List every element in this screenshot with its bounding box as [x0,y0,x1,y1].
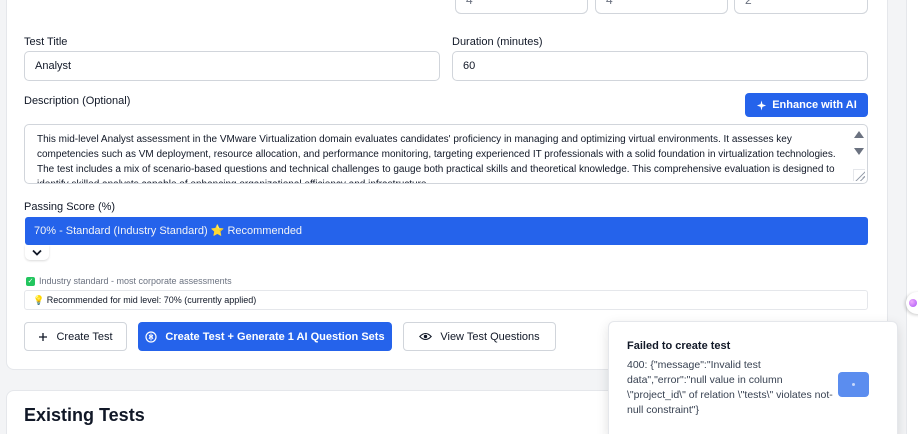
top-input-2[interactable]: 4 [595,0,728,14]
error-toast: Failed to create test 400: {"message":"I… [608,321,898,434]
assistant-orb-icon [909,299,917,307]
eye-icon [419,332,433,341]
passing-score-select[interactable]: 70% - Standard (Industry Standard) ⭐ Rec… [25,217,868,245]
view-test-questions-label: View Test Questions [440,330,540,343]
duration-label: Duration (minutes) [452,36,543,48]
description-label: Description (Optional) [24,95,131,107]
create-test-button[interactable]: Create Test [24,322,127,351]
passing-score-hint-text: Industry standard - most corporate asses… [39,276,232,286]
create-and-generate-button[interactable]: Create Test + Generate 1 AI Question Set… [138,322,392,351]
scroll-up-icon[interactable] [854,131,864,138]
plus-icon [39,332,48,341]
description-text: This mid-level Analyst assessment in the… [37,134,836,183]
description-textarea[interactable]: This mid-level Analyst assessment in the… [24,124,868,184]
check-icon: ✓ [26,276,35,286]
passing-score-hint: ✓ Industry standard - most corporate ass… [26,276,232,286]
test-title-label: Test Title [24,36,68,48]
enhance-with-ai-button[interactable]: Enhance with AI [745,93,868,117]
passing-score-label: Passing Score (%) [24,201,116,213]
view-test-questions-button[interactable]: View Test Questions [403,322,556,351]
textarea-scrollbar[interactable] [853,131,865,155]
create-test-label: Create Test [56,330,113,343]
scroll-down-icon[interactable] [854,148,864,155]
enhance-with-ai-label: Enhance with AI [772,99,857,111]
page-scrollbar[interactable] [906,0,918,434]
recommendation-note: 💡 Recommended for mid level: 70% (curren… [24,290,868,310]
toast-message: 400: {"message":"Invalid test data","err… [627,359,833,416]
toast-title: Failed to create test [627,340,731,352]
toast-action-button[interactable] [838,372,869,397]
loading-dot-icon [852,383,855,386]
top-input-3[interactable]: 2 [734,0,868,14]
ai-brain-icon [145,330,158,343]
sparkles-icon [757,99,767,111]
test-title-input[interactable]: Analyst [24,51,440,81]
resize-handle-icon[interactable] [853,169,865,181]
duration-input[interactable]: 60 [452,51,868,81]
top-input-1[interactable]: 4 [455,0,588,14]
chevron-down-icon[interactable] [25,245,49,260]
existing-tests-heading: Existing Tests [24,405,145,425]
create-and-generate-label: Create Test + Generate 1 AI Question Set… [165,330,385,343]
